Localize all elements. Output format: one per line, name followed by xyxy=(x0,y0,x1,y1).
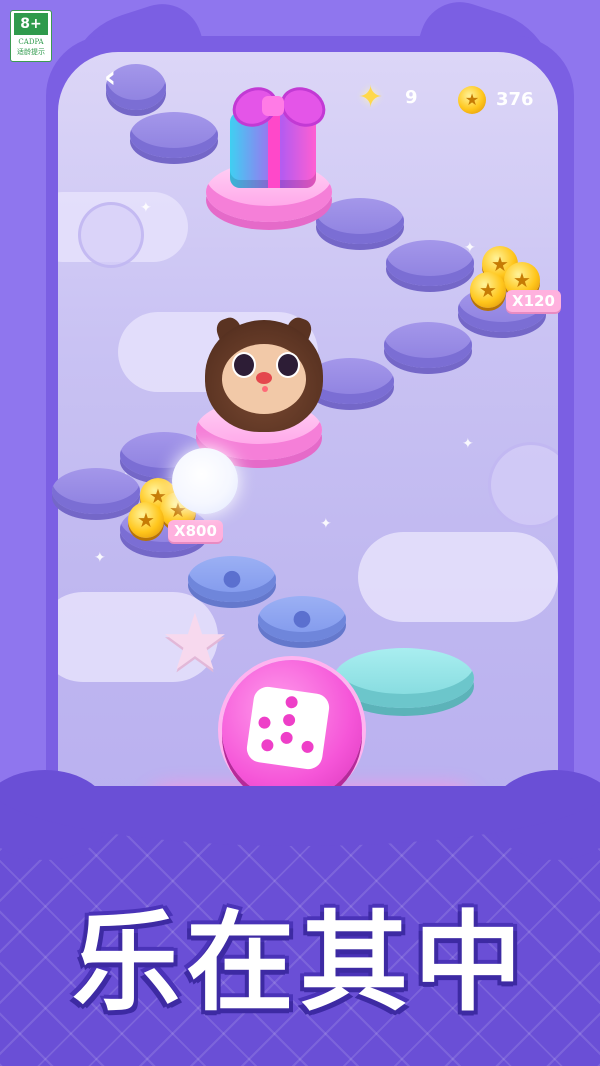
dice-pip xyxy=(282,713,296,727)
coin-count: 376 xyxy=(496,89,534,110)
chevron-left-icon[interactable]: ‹ xyxy=(96,58,124,98)
sparkle-icon: ✦ xyxy=(140,200,152,216)
star-buddy-icon: ★ xyxy=(160,598,230,688)
board-tile xyxy=(386,240,474,286)
character-eye xyxy=(232,352,256,378)
board-tile xyxy=(384,322,472,368)
dice-pip xyxy=(260,738,275,753)
star-count: 9 xyxy=(405,87,418,108)
planet xyxy=(78,202,144,268)
sparkle-icon: ✦ xyxy=(462,436,474,452)
dice-pip xyxy=(257,715,272,730)
age-rating-org: CADPA xyxy=(18,38,44,46)
coin-icon: ★ xyxy=(458,86,486,114)
banner-slogan: 乐在其中 xyxy=(71,901,528,1026)
character-eye xyxy=(276,352,300,378)
snowball-orb xyxy=(172,448,238,514)
character-nose xyxy=(256,372,272,384)
paw-tile: ● xyxy=(258,596,346,642)
gift-bow-knot xyxy=(262,96,284,116)
dice-icon xyxy=(245,685,331,771)
reward-multiplier-left: X800 xyxy=(168,520,223,542)
star-icon: ✦ xyxy=(358,80,384,115)
board-tile xyxy=(130,112,218,158)
reward-multiplier-right: X120 xyxy=(506,290,561,312)
board-tile xyxy=(316,198,404,244)
paw-tile: ● xyxy=(188,556,276,602)
dice-pip xyxy=(284,695,299,710)
age-rating-tip: 适龄提示 xyxy=(17,48,45,56)
character-tongue xyxy=(262,386,268,392)
dice-pip xyxy=(300,740,315,754)
planet xyxy=(488,442,558,528)
board-tile xyxy=(52,468,140,514)
dice-pip xyxy=(279,731,294,745)
cloud xyxy=(358,532,558,622)
age-rating-label: 8+ xyxy=(14,13,48,35)
sparkle-icon: ✦ xyxy=(320,516,332,532)
sparkle-icon: ✦ xyxy=(94,550,106,566)
gift-ribbon xyxy=(268,112,280,188)
coin-icon: ★ xyxy=(128,502,164,538)
age-rating-badge: 8+ CADPA 适龄提示 xyxy=(10,10,52,62)
coin-icon: ★ xyxy=(470,272,506,308)
